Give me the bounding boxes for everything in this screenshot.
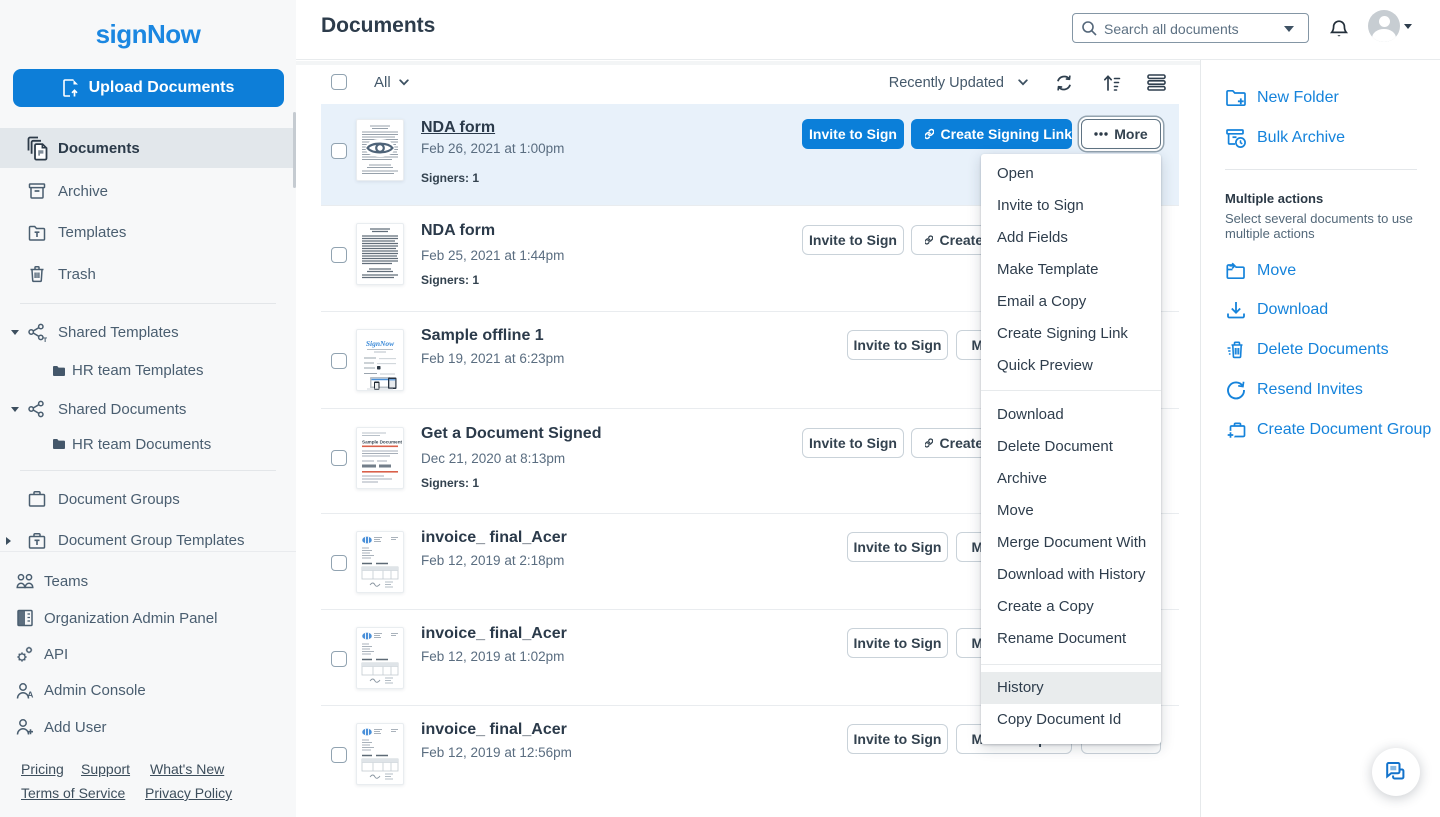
svg-text:SignNow: SignNow: [366, 339, 395, 348]
svg-text:A: A: [27, 689, 33, 699]
svg-text:T: T: [43, 338, 47, 343]
svg-text:Sample Document: Sample Document: [362, 439, 403, 444]
